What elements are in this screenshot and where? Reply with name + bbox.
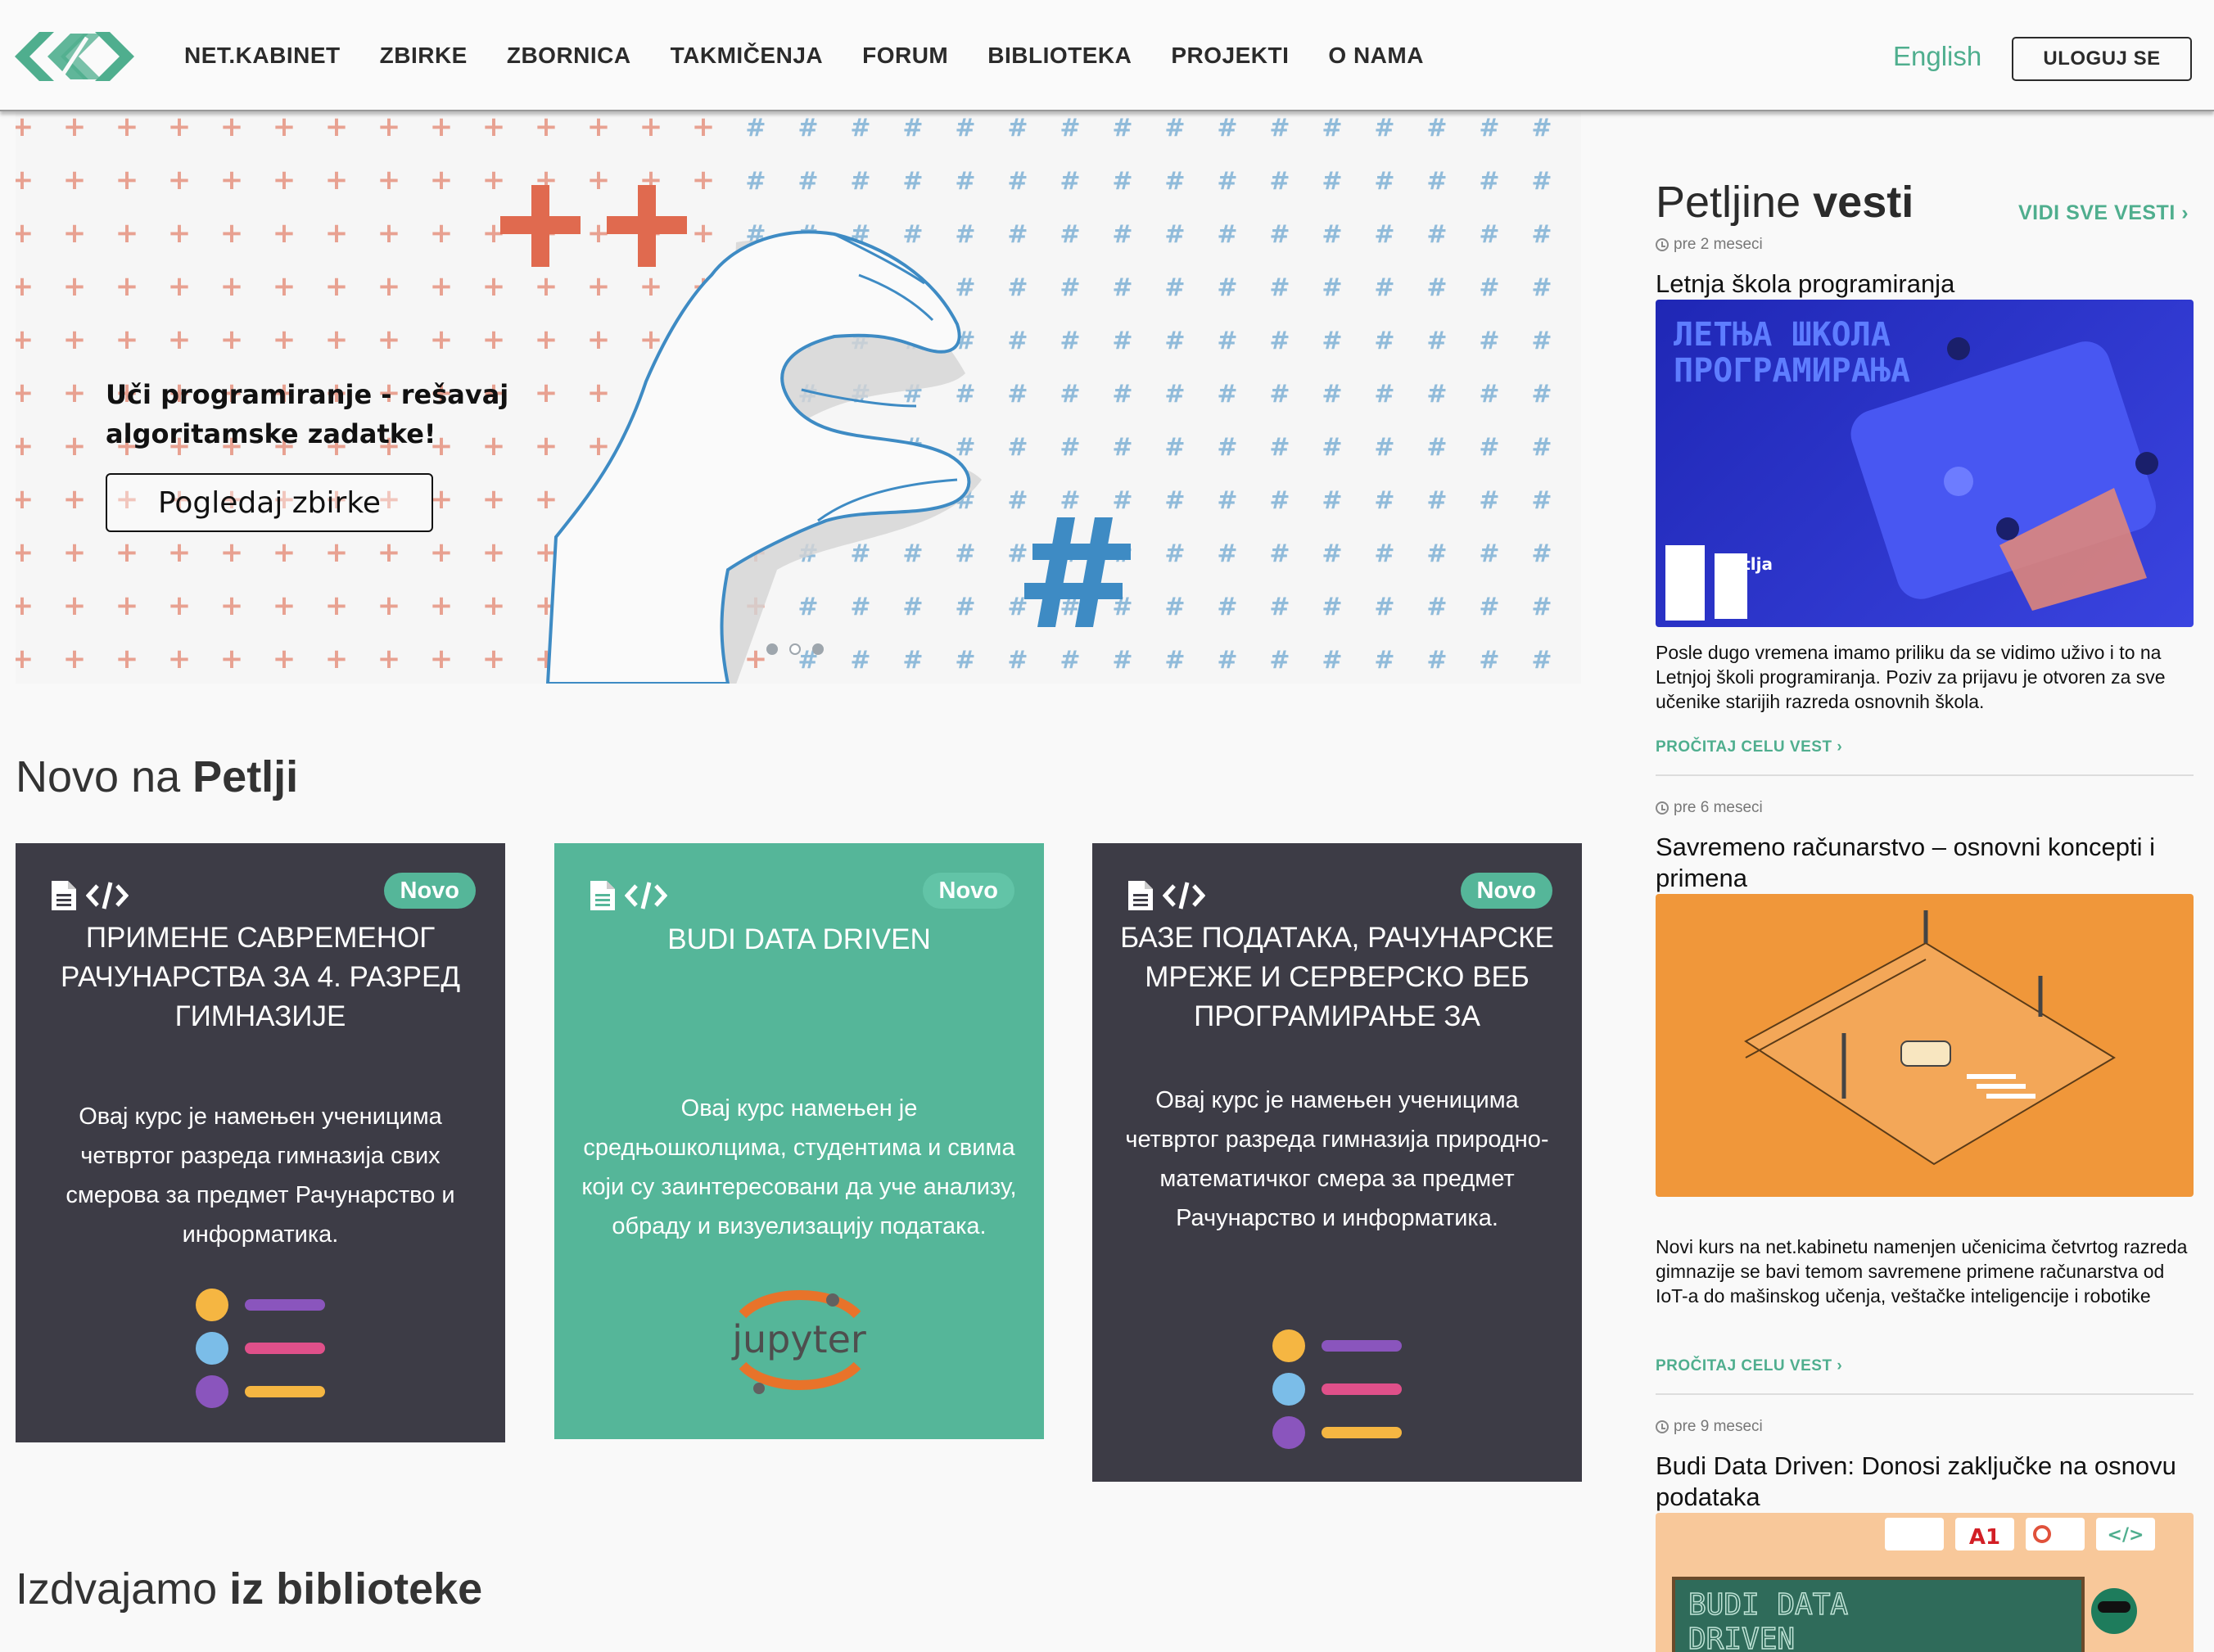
card-description: Овај курс је намењен ученицима четвртог … [66, 1104, 455, 1248]
main-nav: NET.KABINET ZBIRKE ZBORNICA TAKMIČENJA F… [184, 43, 1463, 69]
card-title[interactable]: БАЗЕ ПОДАТАКА, РАЧУНАРСКЕ МРЕЖЕ И СЕРВЕР… [1117, 919, 1557, 1036]
code-icon [625, 882, 667, 910]
petlja-logo[interactable] [15, 25, 134, 88]
data-driven-image-title-1: BUDI DATA [1688, 1588, 1848, 1622]
jupyter-logo-text: jupyter [731, 1317, 866, 1361]
nav-o-nama[interactable]: O NAMA [1328, 43, 1424, 69]
petlja-image-logo: Petlja [1719, 554, 1773, 574]
news-image-data-driven[interactable]: A1 </> BUDI DATA DRIVEN [1656, 1513, 2194, 1652]
summer-school-image-title-2: ПРОГРАМИРАЊА [1674, 352, 1910, 390]
big-plus-icon [500, 185, 687, 267]
code-icon [1163, 882, 1205, 910]
card-icons [589, 879, 667, 912]
news-headline[interactable]: Budi Data Driven: Donosi zaključke na os… [1656, 1451, 2196, 1513]
jupyter-logo: jupyter [731, 1290, 866, 1394]
new-section-bold: Petlji [192, 752, 299, 801]
news-title-bold: vesti [1813, 178, 1914, 227]
news-headline[interactable]: Savremeno računarstvo – osnovni koncepti… [1656, 832, 2196, 894]
library-section-prefix: Izdvajamo [16, 1564, 230, 1614]
news-title-prefix: Petljine [1656, 178, 1814, 227]
news-date: pre 6 meseci [1656, 799, 1763, 817]
news-divider [1656, 774, 2194, 776]
read-more-link[interactable]: PROČITAJ CELU VEST › [1656, 1357, 1842, 1375]
document-icon [1128, 881, 1153, 910]
big-hash-icon [1024, 517, 1131, 627]
nav-forum[interactable]: FORUM [862, 43, 948, 69]
news-divider [1656, 1393, 2194, 1395]
library-section-bold: iz biblioteke [229, 1564, 483, 1614]
nav-projekti[interactable]: PROJEKTI [1171, 43, 1289, 69]
login-button[interactable]: ULOGUJ SE [2012, 37, 2192, 81]
card-description: Овај курс је намењен ученицима четвртог … [1125, 1087, 1549, 1231]
summer-school-image-title-1: ЛЕТЊА ШКОЛА [1674, 316, 1891, 354]
see-all-news-link[interactable]: VIDI SVE VESTI › [2018, 201, 2189, 225]
card-title[interactable]: BUDI DATA DRIVEN [579, 920, 1019, 959]
read-more-link[interactable]: PROČITAJ CELU VEST › [1656, 738, 1842, 756]
site-header: NET.KABINET ZBIRKE ZBORNICA TAKMIČENJA F… [0, 0, 2214, 111]
news-time: pre 6 meseci [1674, 799, 1763, 816]
news-image-modern-computing[interactable] [1656, 894, 2194, 1197]
svg-text:A1: A1 [1969, 1525, 2000, 1550]
course-card[interactable]: Novo ПРИМЕНЕ САВРЕМЕНОГ РАЧУНАРСТВА ЗА 4… [16, 843, 505, 1442]
news-excerpt: Posle dugo vremena imamo priliku da se v… [1656, 642, 2166, 712]
clock-icon [1656, 1420, 1669, 1433]
carousel-dot-2[interactable] [789, 643, 801, 655]
news-date: pre 9 meseci [1656, 1418, 1763, 1436]
list-icon [196, 1289, 325, 1408]
svg-text:</>: </> [2108, 1525, 2144, 1546]
news-headline[interactable]: Letnja škola programiranja [1656, 269, 2196, 300]
hero-carousel: + + + + + + + + + + + + + + # # # # # # # # # # # # # # # # + + + + + + + + + +… [16, 111, 1581, 684]
carousel-indicators [766, 643, 824, 655]
list-icon [1272, 1329, 1402, 1449]
new-badge: Novo [922, 873, 1014, 909]
code-icon [86, 882, 129, 910]
news-excerpt: Novi kurs na net.kabinetu namenjen učeni… [1656, 1236, 2188, 1307]
news-time: pre 9 meseci [1674, 1418, 1763, 1435]
library-section-title: Izdvajamo iz biblioteke [16, 1564, 482, 1614]
new-section-title: Novo na Petlji [16, 752, 298, 802]
nav-takmicenja[interactable]: TAKMIČENJA [671, 43, 823, 69]
news-date: pre 2 meseci [1656, 236, 1763, 254]
new-badge: Novo [1460, 873, 1552, 909]
card-title[interactable]: ПРИМЕНЕ САВРЕМЕНОГ РАЧУНАРСТВА ЗА 4. РАЗ… [40, 919, 481, 1036]
data-driven-image-title-2: DRIVEN [1688, 1623, 1795, 1652]
carousel-dot-3[interactable] [812, 643, 824, 655]
new-badge: Novo [383, 873, 476, 909]
news-image-summer-school[interactable]: ЛЕТЊА ШКОЛА ПРОГРАМИРАЊА Petlja [1656, 300, 2194, 627]
nav-zbornica[interactable]: ZBORNICA [507, 43, 631, 69]
view-collections-button[interactable]: Pogledaj zbirke [106, 473, 433, 532]
new-section-prefix: Novo na [16, 752, 193, 801]
clock-icon [1656, 238, 1669, 251]
language-link[interactable]: English [1893, 41, 1981, 72]
course-card[interactable]: Novo БАЗЕ ПОДАТАКА, РАЧУНАРСКЕ МРЕЖЕ И С… [1092, 843, 1582, 1482]
clock-icon [1656, 801, 1669, 815]
nav-biblioteka[interactable]: BIBLIOTEKA [987, 43, 1132, 69]
nav-zbirke[interactable]: ZBIRKE [380, 43, 468, 69]
carousel-dot-1[interactable] [766, 643, 778, 655]
document-icon [52, 881, 76, 910]
news-title: Petljine vesti [1656, 177, 1914, 228]
card-description: Овај курс намењен је средњошколцима, сту… [581, 1095, 1017, 1239]
card-icons [50, 879, 129, 912]
nav-net-kabinet[interactable]: NET.KABINET [184, 43, 341, 69]
hero-tagline: Uči programiranje - rešavaj algoritamske… [106, 379, 509, 449]
document-icon [590, 881, 615, 910]
course-card[interactable]: Novo BUDI DATA DRIVEN Овај курс намењен … [554, 843, 1044, 1439]
card-icons [1127, 879, 1205, 912]
news-time: pre 2 meseci [1674, 236, 1763, 253]
